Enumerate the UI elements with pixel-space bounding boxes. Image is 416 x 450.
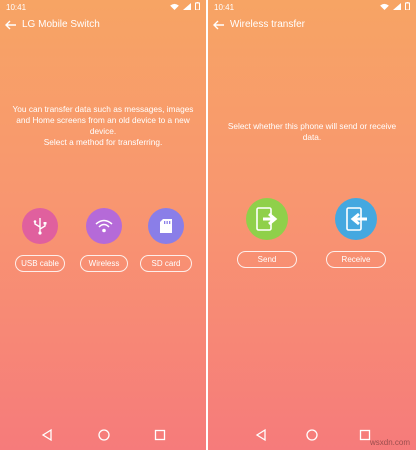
lg-mobile-switch-screen: 10:41 LG Mobile Switch You can transfer … [0, 0, 206, 450]
watermark: wsxdn.com [369, 438, 410, 447]
back-arrow-icon[interactable] [4, 18, 18, 32]
send-option[interactable] [246, 198, 288, 240]
status-icons [380, 2, 410, 10]
sd-card-icon [160, 219, 172, 233]
send-icon [256, 207, 278, 231]
status-bar: 10:41 [0, 0, 206, 14]
instruction-line: Select a method for transferring. [43, 137, 163, 147]
wireless-option[interactable] [86, 208, 122, 244]
usb-cable-option[interactable] [22, 208, 58, 244]
usb-icon [33, 218, 47, 235]
app-bar: Wireless transfer [208, 16, 416, 34]
navigation-bar [0, 428, 206, 442]
signal-icon [393, 2, 401, 10]
wireless-transfer-screen: 10:41 Wireless transfer Select whether t… [208, 0, 416, 450]
status-time: 10:41 [6, 3, 27, 12]
wifi-status-icon [380, 3, 389, 10]
instruction-text: Select whether this phone will send or r… [212, 121, 412, 143]
instruction-line: You can transfer data such as messages, … [12, 104, 194, 114]
battery-icon [405, 2, 410, 10]
wifi-icon [95, 219, 113, 233]
status-time: 10:41 [214, 3, 235, 12]
nav-home-icon[interactable] [305, 428, 319, 442]
instruction-line: Select whether this phone will send or r… [227, 121, 397, 131]
app-root: 10:41 LG Mobile Switch You can transfer … [0, 0, 416, 450]
app-bar: LG Mobile Switch [0, 16, 206, 34]
sd-card-option[interactable] [148, 208, 184, 244]
signal-icon [183, 2, 191, 10]
instruction-line: and Home screens from an old device to a… [16, 115, 190, 125]
status-bar: 10:41 [208, 0, 416, 14]
wifi-status-icon [170, 3, 179, 10]
nav-recents-icon[interactable] [153, 428, 167, 442]
usb-cable-button[interactable]: USB cable [15, 255, 65, 272]
battery-icon [195, 2, 200, 10]
receive-button[interactable]: Receive [326, 251, 386, 268]
back-arrow-icon[interactable] [212, 18, 226, 32]
nav-home-icon[interactable] [97, 428, 111, 442]
page-title: LG Mobile Switch [22, 19, 100, 30]
status-icons [170, 2, 200, 10]
wireless-button[interactable]: Wireless [80, 255, 128, 272]
nav-back-icon[interactable] [254, 428, 268, 442]
nav-back-icon[interactable] [40, 428, 54, 442]
sd-card-button[interactable]: SD card [140, 255, 192, 272]
instruction-line: device. [89, 126, 117, 136]
send-button[interactable]: Send [237, 251, 297, 268]
instruction-text: You can transfer data such as messages, … [4, 104, 202, 148]
receive-option[interactable] [335, 198, 377, 240]
page-title: Wireless transfer [230, 19, 306, 30]
receive-icon [346, 207, 367, 231]
instruction-line: data. [302, 132, 322, 142]
